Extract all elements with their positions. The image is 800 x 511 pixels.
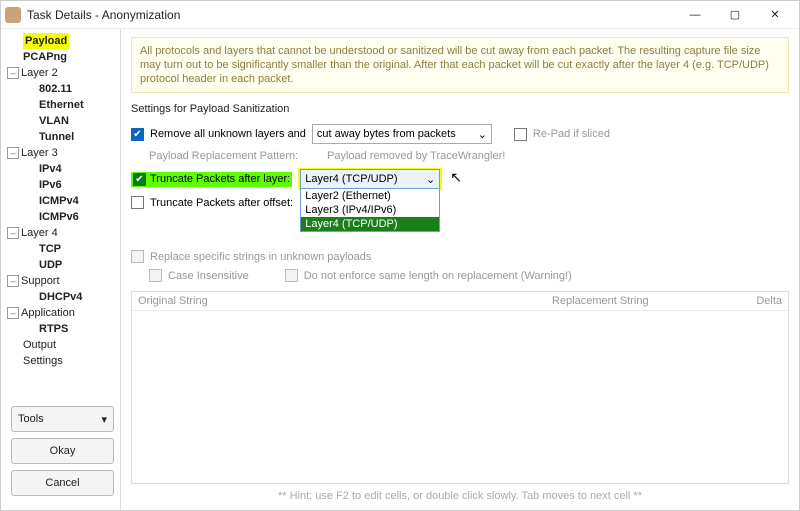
nav-icmpv4[interactable]: ICMPv4 [39, 193, 79, 209]
replace-strings-checkbox[interactable] [131, 250, 144, 263]
truncate-layer-dd-highlight: Layer4 (TCP/UDP)⌄ Layer2 (Ethernet) Laye… [298, 168, 442, 190]
app-icon [5, 7, 21, 23]
col-replacement: Replacement String [552, 295, 732, 307]
replacement-pattern-label: Payload Replacement Pattern: [131, 150, 321, 162]
truncate-offset-checkbox[interactable] [131, 196, 144, 209]
nav-ipv6[interactable]: IPv6 [39, 177, 62, 193]
replace-strings-label: Replace specific strings in unknown payl… [150, 251, 371, 263]
close-button[interactable]: ✕ [755, 1, 795, 29]
truncate-layer-label: Truncate Packets after layer: [150, 173, 290, 185]
cut-mode-select[interactable]: cut away bytes from packets⌄ [312, 124, 492, 144]
remove-unknown-label: Remove all unknown layers and [150, 128, 306, 140]
sidebar: Payload PCAPng –Layer 2 802.11 Ethernet … [1, 29, 121, 510]
truncate-layer-select[interactable]: Layer4 (TCP/UDP)⌄ [300, 169, 440, 189]
truncate-layer-checkbox[interactable]: ✔ [133, 173, 146, 186]
repad-label: Re-Pad if sliced [533, 128, 610, 140]
collapse-icon[interactable]: – [7, 147, 19, 159]
minimize-button[interactable]: — [675, 1, 715, 29]
nav-ipv4[interactable]: IPv4 [39, 161, 62, 177]
col-original: Original String [138, 295, 552, 307]
hint-text: ** Hint: use F2 to edit cells, or double… [131, 484, 789, 504]
nav-vlan[interactable]: VLAN [39, 113, 69, 129]
main-panel: All protocols and layers that cannot be … [121, 29, 799, 510]
nav-application[interactable]: Application [21, 305, 75, 321]
nav-rtps[interactable]: RTPS [39, 321, 68, 337]
nav-tcp[interactable]: TCP [39, 241, 61, 257]
replacement-pattern-value: Payload removed by TraceWrangler! [327, 150, 505, 162]
col-delta: Delta [732, 295, 782, 307]
nav-80211[interactable]: 802.11 [39, 81, 72, 97]
nav-payload[interactable]: Payload [23, 33, 69, 49]
repad-checkbox[interactable] [514, 128, 527, 141]
nav-output[interactable]: Output [23, 337, 56, 353]
collapse-icon[interactable]: – [7, 227, 19, 239]
no-enforce-length-label: Do not enforce same length on replacemen… [304, 270, 572, 282]
chevron-down-icon: ⌄ [426, 173, 435, 186]
nav-ethernet[interactable]: Ethernet [39, 97, 84, 113]
nav-layer2[interactable]: Layer 2 [21, 65, 58, 81]
section-heading: Settings for Payload Sanitization [131, 103, 789, 115]
nav-tunnel[interactable]: Tunnel [39, 129, 74, 145]
truncate-offset-label: Truncate Packets after offset: [150, 197, 293, 209]
okay-button[interactable]: Okay [11, 438, 114, 464]
info-banner: All protocols and layers that cannot be … [131, 37, 789, 93]
nav-tree[interactable]: Payload PCAPng –Layer 2 802.11 Ethernet … [5, 33, 120, 369]
nav-layer4[interactable]: Layer 4 [21, 225, 58, 241]
nav-udp[interactable]: UDP [39, 257, 62, 273]
cursor-icon: ↖ [450, 169, 462, 186]
case-insensitive-label: Case Insensitive [168, 270, 249, 282]
chevron-down-icon: ⌄ [478, 128, 487, 141]
table-header: Original String Replacement String Delta [132, 292, 788, 311]
nav-icmpv6[interactable]: ICMPv6 [39, 209, 79, 225]
titlebar: Task Details - Anonymization — ▢ ✕ [1, 1, 799, 29]
chevron-down-icon: ▾ [101, 413, 107, 426]
collapse-icon[interactable]: – [7, 67, 19, 79]
dd-option[interactable]: Layer3 (IPv4/IPv6) [301, 203, 439, 217]
nav-pcapng[interactable]: PCAPng [23, 49, 67, 65]
tools-button[interactable]: Tools▾ [11, 406, 114, 432]
case-insensitive-checkbox [149, 269, 162, 282]
remove-unknown-checkbox[interactable]: ✔ [131, 128, 144, 141]
strings-table[interactable]: Original String Replacement String Delta [131, 291, 789, 484]
no-enforce-length-checkbox [285, 269, 298, 282]
maximize-button[interactable]: ▢ [715, 1, 755, 29]
nav-support[interactable]: Support [21, 273, 60, 289]
cancel-button[interactable]: Cancel [11, 470, 114, 496]
collapse-icon[interactable]: – [7, 307, 19, 319]
nav-layer3[interactable]: Layer 3 [21, 145, 58, 161]
nav-dhcpv4[interactable]: DHCPv4 [39, 289, 82, 305]
truncate-layer-highlight: ✔ Truncate Packets after layer: [131, 172, 292, 187]
collapse-icon[interactable]: – [7, 275, 19, 287]
truncate-layer-dropdown-list[interactable]: Layer2 (Ethernet) Layer3 (IPv4/IPv6) Lay… [300, 188, 440, 232]
table-body[interactable] [132, 311, 788, 483]
window-title: Task Details - Anonymization [27, 8, 675, 22]
nav-settings[interactable]: Settings [23, 353, 63, 369]
dd-option[interactable]: Layer2 (Ethernet) [301, 189, 439, 203]
dd-option-selected[interactable]: Layer4 (TCP/UDP) [301, 217, 439, 231]
